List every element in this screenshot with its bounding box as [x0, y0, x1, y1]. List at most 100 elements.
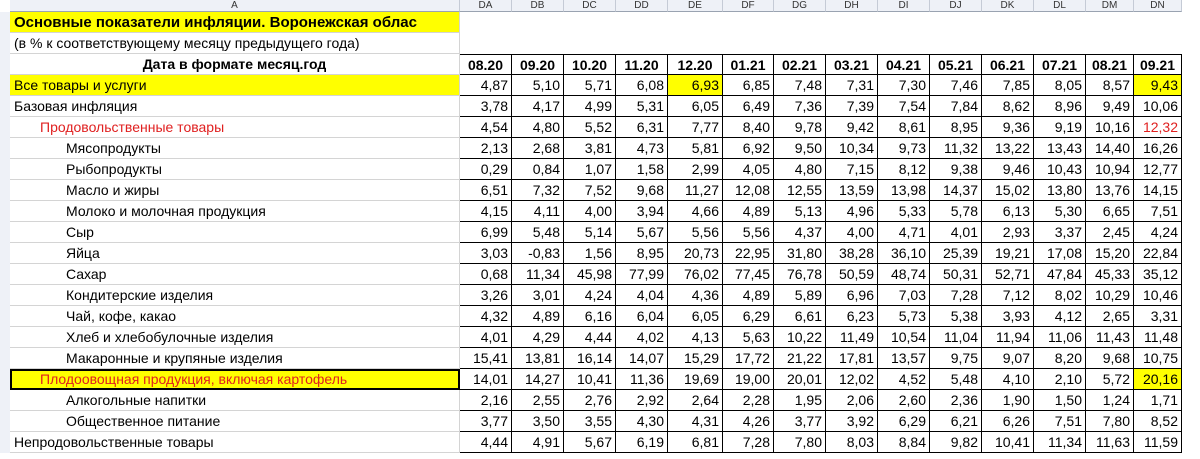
value-cell[interactable]: 9,19 — [1034, 117, 1086, 138]
value-cell[interactable]: 76,78 — [774, 264, 826, 285]
row-number[interactable] — [0, 306, 10, 327]
value-cell[interactable]: 14,07 — [616, 348, 668, 369]
row-number[interactable] — [0, 12, 10, 33]
value-cell[interactable]: 6,85 — [723, 75, 774, 96]
value-cell[interactable]: 4,44 — [460, 432, 512, 453]
value-cell[interactable]: 8,02 — [1034, 285, 1086, 306]
value-cell[interactable]: 6,96 — [826, 285, 878, 306]
value-cell[interactable]: 50,59 — [826, 264, 878, 285]
value-cell[interactable]: 16,14 — [564, 348, 616, 369]
value-cell[interactable]: 20,01 — [774, 369, 826, 390]
value-cell[interactable]: 1,56 — [564, 243, 616, 264]
value-cell[interactable]: 77,99 — [616, 264, 668, 285]
value-cell[interactable]: 22,95 — [723, 243, 774, 264]
date-header-cell[interactable]: 05.21 — [930, 54, 982, 75]
value-cell[interactable]: 4,12 — [1034, 306, 1086, 327]
column-header-DH[interactable]: DH — [826, 0, 878, 12]
value-cell[interactable]: 4,31 — [668, 411, 723, 432]
value-cell[interactable]: 5,14 — [564, 222, 616, 243]
value-cell[interactable]: 1,07 — [564, 159, 616, 180]
value-cell[interactable]: 2,16 — [460, 390, 512, 411]
value-cell[interactable]: 7,03 — [878, 285, 930, 306]
date-header-cell[interactable]: 04.21 — [878, 54, 930, 75]
value-cell[interactable]: 5,78 — [930, 201, 982, 222]
value-cell[interactable]: 13,98 — [878, 180, 930, 201]
value-cell[interactable]: 6,51 — [460, 180, 512, 201]
value-cell[interactable]: 12,55 — [774, 180, 826, 201]
value-cell[interactable]: 5,10 — [512, 75, 564, 96]
value-cell[interactable]: 10,75 — [1134, 348, 1182, 369]
value-cell[interactable]: 12,08 — [723, 180, 774, 201]
value-cell[interactable]: 11,43 — [1086, 327, 1134, 348]
value-cell[interactable]: 13,81 — [512, 348, 564, 369]
value-cell[interactable]: 0,68 — [460, 264, 512, 285]
row-number[interactable] — [0, 432, 10, 453]
value-cell[interactable]: 10,29 — [1086, 285, 1134, 306]
value-cell[interactable]: 3,77 — [774, 411, 826, 432]
value-cell[interactable]: 5,31 — [616, 96, 668, 117]
value-cell[interactable]: 5,56 — [668, 222, 723, 243]
value-cell[interactable]: 6,05 — [668, 306, 723, 327]
value-cell[interactable]: 4,29 — [512, 327, 564, 348]
value-cell[interactable]: 4,26 — [723, 411, 774, 432]
value-cell[interactable]: 4,24 — [1134, 222, 1182, 243]
value-cell[interactable]: 11,59 — [1134, 432, 1182, 453]
value-cell[interactable]: 7,80 — [1086, 411, 1134, 432]
column-header-DM[interactable]: DM — [1086, 0, 1134, 12]
value-cell[interactable]: 11,48 — [1134, 327, 1182, 348]
column-header-A[interactable]: A — [10, 0, 460, 12]
value-cell[interactable]: 17,81 — [826, 348, 878, 369]
value-cell[interactable]: 10,46 — [1134, 285, 1182, 306]
value-cell[interactable]: 2,28 — [723, 390, 774, 411]
value-cell[interactable]: 6,16 — [564, 306, 616, 327]
value-cell[interactable]: 45,33 — [1086, 264, 1134, 285]
value-cell[interactable]: 4,44 — [564, 327, 616, 348]
value-cell[interactable]: 4,10 — [982, 369, 1034, 390]
date-header-cell[interactable]: 08.20 — [460, 54, 512, 75]
row-label[interactable]: Базовая инфляция — [10, 96, 460, 117]
column-header-DD[interactable]: DD — [616, 0, 668, 12]
value-cell[interactable]: 7,32 — [512, 180, 564, 201]
value-cell[interactable]: 2,10 — [1034, 369, 1086, 390]
row-label[interactable]: Масло и жиры — [10, 180, 460, 201]
row-number[interactable] — [0, 369, 10, 390]
value-cell[interactable]: 76,02 — [668, 264, 723, 285]
value-cell[interactable]: 2,76 — [564, 390, 616, 411]
value-cell[interactable]: 4,89 — [723, 285, 774, 306]
value-cell[interactable]: 4,15 — [460, 201, 512, 222]
row-number[interactable] — [0, 117, 10, 138]
value-cell[interactable]: 7,51 — [1134, 201, 1182, 222]
value-cell[interactable]: 12,77 — [1134, 159, 1182, 180]
row-number[interactable] — [0, 180, 10, 201]
value-cell[interactable]: 7,51 — [1034, 411, 1086, 432]
row-label[interactable]: Общественное питание — [10, 411, 460, 432]
row-number[interactable] — [0, 222, 10, 243]
value-cell[interactable]: 0,29 — [460, 159, 512, 180]
value-cell[interactable]: 10,94 — [1086, 159, 1134, 180]
value-cell[interactable]: 2,55 — [512, 390, 564, 411]
value-cell[interactable]: 3,93 — [982, 306, 1034, 327]
value-cell[interactable]: 6,99 — [460, 222, 512, 243]
value-cell[interactable]: 4,96 — [826, 201, 878, 222]
value-cell[interactable]: 9,49 — [1086, 96, 1134, 117]
value-cell[interactable]: 7,15 — [826, 159, 878, 180]
date-header-label[interactable]: Дата в формате месяц.год — [10, 54, 460, 75]
value-cell[interactable]: 1,24 — [1086, 390, 1134, 411]
value-cell[interactable]: 5,73 — [878, 306, 930, 327]
value-cell[interactable]: 2,99 — [668, 159, 723, 180]
sheet-title[interactable]: Основные показатели инфляции. Воронежска… — [10, 12, 460, 33]
row-number[interactable] — [0, 348, 10, 369]
value-cell[interactable]: 9,36 — [982, 117, 1034, 138]
value-cell[interactable]: 7,30 — [878, 75, 930, 96]
row-label[interactable]: Плодоовощная продукция, включая картофел… — [10, 369, 460, 390]
row-number[interactable] — [0, 159, 10, 180]
value-cell[interactable]: 9,07 — [982, 348, 1034, 369]
value-cell[interactable]: 11,32 — [930, 138, 982, 159]
value-cell[interactable]: 7,77 — [668, 117, 723, 138]
value-cell[interactable]: 9,42 — [826, 117, 878, 138]
value-cell[interactable]: 5,13 — [774, 201, 826, 222]
value-cell[interactable]: 11,27 — [668, 180, 723, 201]
value-cell[interactable]: 25,39 — [930, 243, 982, 264]
value-cell[interactable]: 9,68 — [616, 180, 668, 201]
value-cell[interactable]: 7,85 — [982, 75, 1034, 96]
